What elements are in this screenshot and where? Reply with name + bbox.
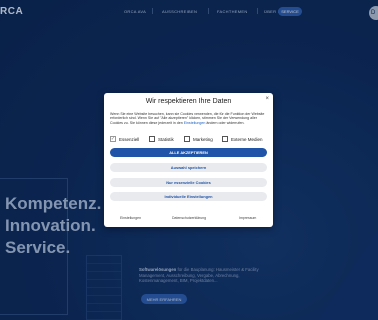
option-essenziell: ✓ Essenziell bbox=[110, 136, 139, 142]
checkbox-statistik[interactable] bbox=[149, 136, 155, 142]
checkbox-essenziell: ✓ bbox=[110, 136, 116, 142]
checkbox-externe-medien[interactable] bbox=[222, 136, 228, 142]
accept-all-button[interactable]: ALLE AKZEPTIEREN bbox=[110, 148, 267, 157]
option-label: Statistik bbox=[158, 136, 174, 142]
option-marketing[interactable]: Marketing bbox=[184, 136, 213, 142]
close-icon[interactable]: × bbox=[265, 96, 269, 102]
footer-privacy-link[interactable]: Datenschutzerklärung bbox=[172, 216, 206, 220]
only-essential-button[interactable]: Nur essenzielle Cookies bbox=[110, 178, 267, 187]
checkbox-marketing[interactable] bbox=[184, 136, 190, 142]
description-end: ändern oder widerrufen. bbox=[205, 120, 245, 125]
option-externe-medien[interactable]: Externe Medien bbox=[222, 136, 263, 142]
option-label: Essenziell bbox=[119, 136, 140, 142]
cookie-description: Wenn Sie eine Website besuchen, kann sie… bbox=[110, 112, 268, 125]
settings-link[interactable]: Einstellungen bbox=[184, 121, 206, 125]
individual-settings-button[interactable]: Individuelle Einstellungen bbox=[110, 192, 267, 201]
save-selection-button[interactable]: Auswahl speichern bbox=[110, 163, 267, 172]
option-statistik[interactable]: Statistik bbox=[149, 136, 174, 142]
cookie-dialog-title: Wir respektieren Ihre Daten bbox=[145, 98, 232, 105]
option-label: Externe Medien bbox=[231, 136, 263, 142]
footer-settings-link[interactable]: Einstellungen bbox=[120, 216, 141, 220]
option-label: Marketing bbox=[193, 136, 213, 142]
cookie-consent-dialog: Wir respektieren Ihre Daten × Wenn Sie e… bbox=[104, 93, 273, 227]
footer-imprint-link[interactable]: Impressum bbox=[239, 216, 256, 220]
